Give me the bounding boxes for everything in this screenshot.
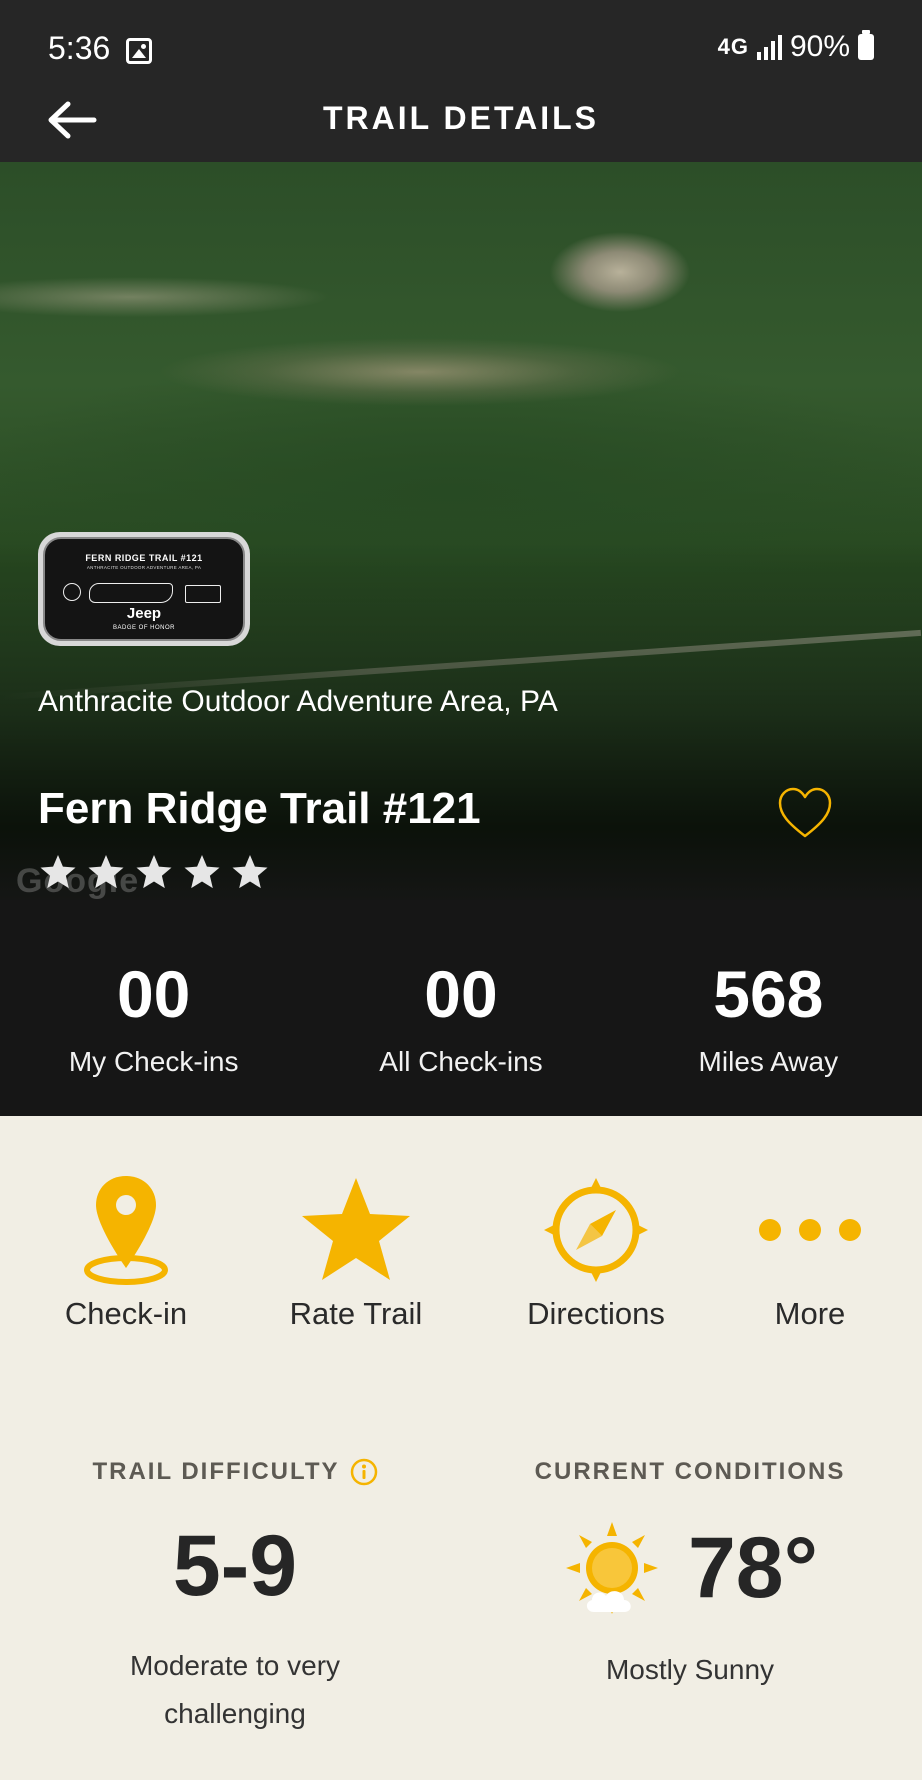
action-label: Check-in — [64, 1296, 188, 1331]
status-bar: 5:36 4G 90% — [0, 0, 922, 100]
stat-value: 568 — [713, 957, 824, 1031]
action-label: More — [774, 1296, 846, 1331]
checkin-button[interactable]: Check-in — [26, 1170, 226, 1332]
heart-outline-icon — [778, 787, 832, 838]
trail-name: Fern Ridge Trail #121 — [38, 784, 481, 833]
badge-brand: Jeep — [126, 605, 162, 622]
info-icon[interactable] — [350, 1458, 378, 1486]
network-type: 4G — [717, 34, 749, 59]
difficulty-description: Moderate to very challenging — [60, 1642, 410, 1738]
star-outline-icon — [88, 855, 124, 889]
app-header: TRAIL DETAILS — [0, 100, 922, 162]
action-label: Rate Trail — [289, 1296, 423, 1331]
stat-value: 00 — [424, 957, 498, 1031]
star-outline-icon — [40, 855, 76, 889]
more-dots-icon — [759, 1219, 861, 1241]
signal-icon — [756, 34, 782, 60]
conditions-row: 78° — [500, 1518, 880, 1618]
badge-title: FERN RIDGE TRAIL #121 — [85, 553, 203, 563]
page-title: TRAIL DETAILS — [322, 100, 600, 136]
star-outline-icon — [184, 855, 220, 889]
battery-percent: 90% — [789, 30, 850, 63]
more-button[interactable]: More — [710, 1170, 910, 1332]
difficulty-description-line: Moderate to very — [129, 1650, 341, 1681]
battery-icon — [858, 30, 874, 60]
compass-icon — [544, 1178, 648, 1282]
trail-location: Anthracite Outdoor Adventure Area, PA — [38, 685, 558, 718]
stat-label: My Check-ins — [68, 1046, 239, 1077]
conditions-heading: CURRENT CONDITIONS — [534, 1458, 846, 1485]
star-outline-icon — [136, 855, 172, 889]
status-time: 5:36 — [48, 30, 111, 66]
stat-label: All Check-ins — [379, 1046, 543, 1077]
status-indicators: 4G 90% — [718, 30, 874, 64]
difficulty-value: 5-9 — [172, 1518, 298, 1614]
rate-trail-button[interactable]: Rate Trail — [256, 1170, 456, 1332]
badge-subtitle: ANTHRACITE OUTDOOR ADVENTURE AREA, PA — [86, 565, 202, 570]
current-conditions-section: CURRENT CONDITIONS 78° Mostly Sunny — [500, 1458, 880, 1694]
difficulty-description-line: challenging — [164, 1698, 306, 1729]
difficulty-heading: TRAIL DIFFICULTY — [92, 1458, 377, 1486]
partly-sunny-icon — [565, 1522, 658, 1614]
stat-miles-away: 568 Miles Away — [615, 900, 922, 1116]
trail-badge: FERN RIDGE TRAIL #121 ANTHRACITE OUTDOOR… — [38, 532, 250, 646]
stat-all-checkins: 00 All Check-ins — [307, 900, 614, 1116]
stat-label: Miles Away — [698, 1046, 839, 1077]
action-label: Directions — [527, 1296, 665, 1331]
star-icon — [302, 1178, 410, 1280]
favorite-button[interactable] — [776, 784, 834, 842]
stat-value: 00 — [116, 957, 191, 1031]
conditions-description: Mostly Sunny — [605, 1654, 775, 1685]
action-row: Check-in Rate Trail Directions More — [0, 1170, 922, 1360]
image-icon — [126, 38, 152, 64]
trail-difficulty-section: TRAIL DIFFICULTY 5-9 Moderate to very ch… — [60, 1458, 410, 1738]
difficulty-heading-label: TRAIL DIFFICULTY — [92, 1458, 340, 1485]
badge-footer: BADGE OF HONOR — [112, 625, 175, 631]
stats-bar: 00 My Check-ins 00 All Check-ins 568 Mil… — [0, 900, 922, 1116]
star-outline-icon — [232, 855, 268, 889]
badge-trail-map-icon — [89, 583, 173, 603]
stat-my-checkins: 00 My Check-ins — [0, 900, 307, 1116]
rating-stars[interactable] — [38, 852, 270, 892]
temperature: 78° — [687, 1520, 819, 1616]
map-pin-icon — [84, 1176, 168, 1285]
badge-state-outline-icon — [185, 585, 221, 603]
directions-button[interactable]: Directions — [496, 1170, 696, 1332]
badge-circle-icon — [63, 583, 81, 601]
